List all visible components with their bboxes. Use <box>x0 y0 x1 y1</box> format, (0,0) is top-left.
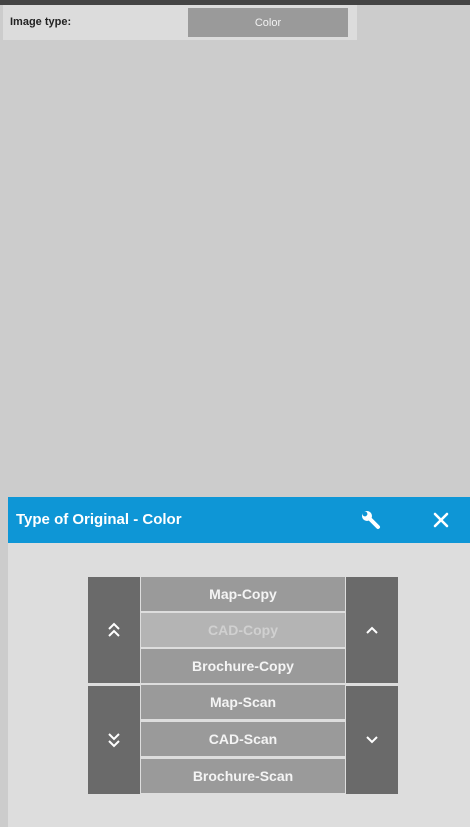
list-item-map-scan[interactable]: Map-Scan <box>141 685 345 719</box>
image-type-value-button[interactable]: Color <box>188 8 348 37</box>
double-chevron-down-icon <box>108 733 120 748</box>
image-type-row: Image type: Color <box>3 5 357 40</box>
scroll-down-button[interactable] <box>346 686 398 794</box>
scroll-to-top-button[interactable] <box>88 577 140 683</box>
list-item-brochure-copy[interactable]: Brochure-Copy <box>141 649 345 683</box>
list-item-brochure-scan[interactable]: Brochure-Scan <box>141 759 345 793</box>
dialog-title: Type of Original - Color <box>16 511 182 528</box>
double-chevron-up-icon <box>108 622 120 637</box>
type-of-original-dialog: Type of Original - Color Map-Copy CAD-Co… <box>8 497 470 827</box>
wrench-icon[interactable] <box>360 509 382 531</box>
list-item-cad-scan[interactable]: CAD-Scan <box>141 722 345 756</box>
list-item-map-copy[interactable]: Map-Copy <box>141 577 345 611</box>
image-type-label: Image type: <box>10 16 72 28</box>
close-icon[interactable] <box>430 509 452 531</box>
scroll-up-button[interactable] <box>346 577 398 683</box>
scroll-to-bottom-button[interactable] <box>88 686 140 794</box>
chevron-down-icon <box>366 736 378 744</box>
chevron-up-icon <box>366 626 378 634</box>
list-item-cad-copy[interactable]: CAD-Copy <box>141 613 345 647</box>
dialog-header: Type of Original - Color <box>8 497 470 543</box>
